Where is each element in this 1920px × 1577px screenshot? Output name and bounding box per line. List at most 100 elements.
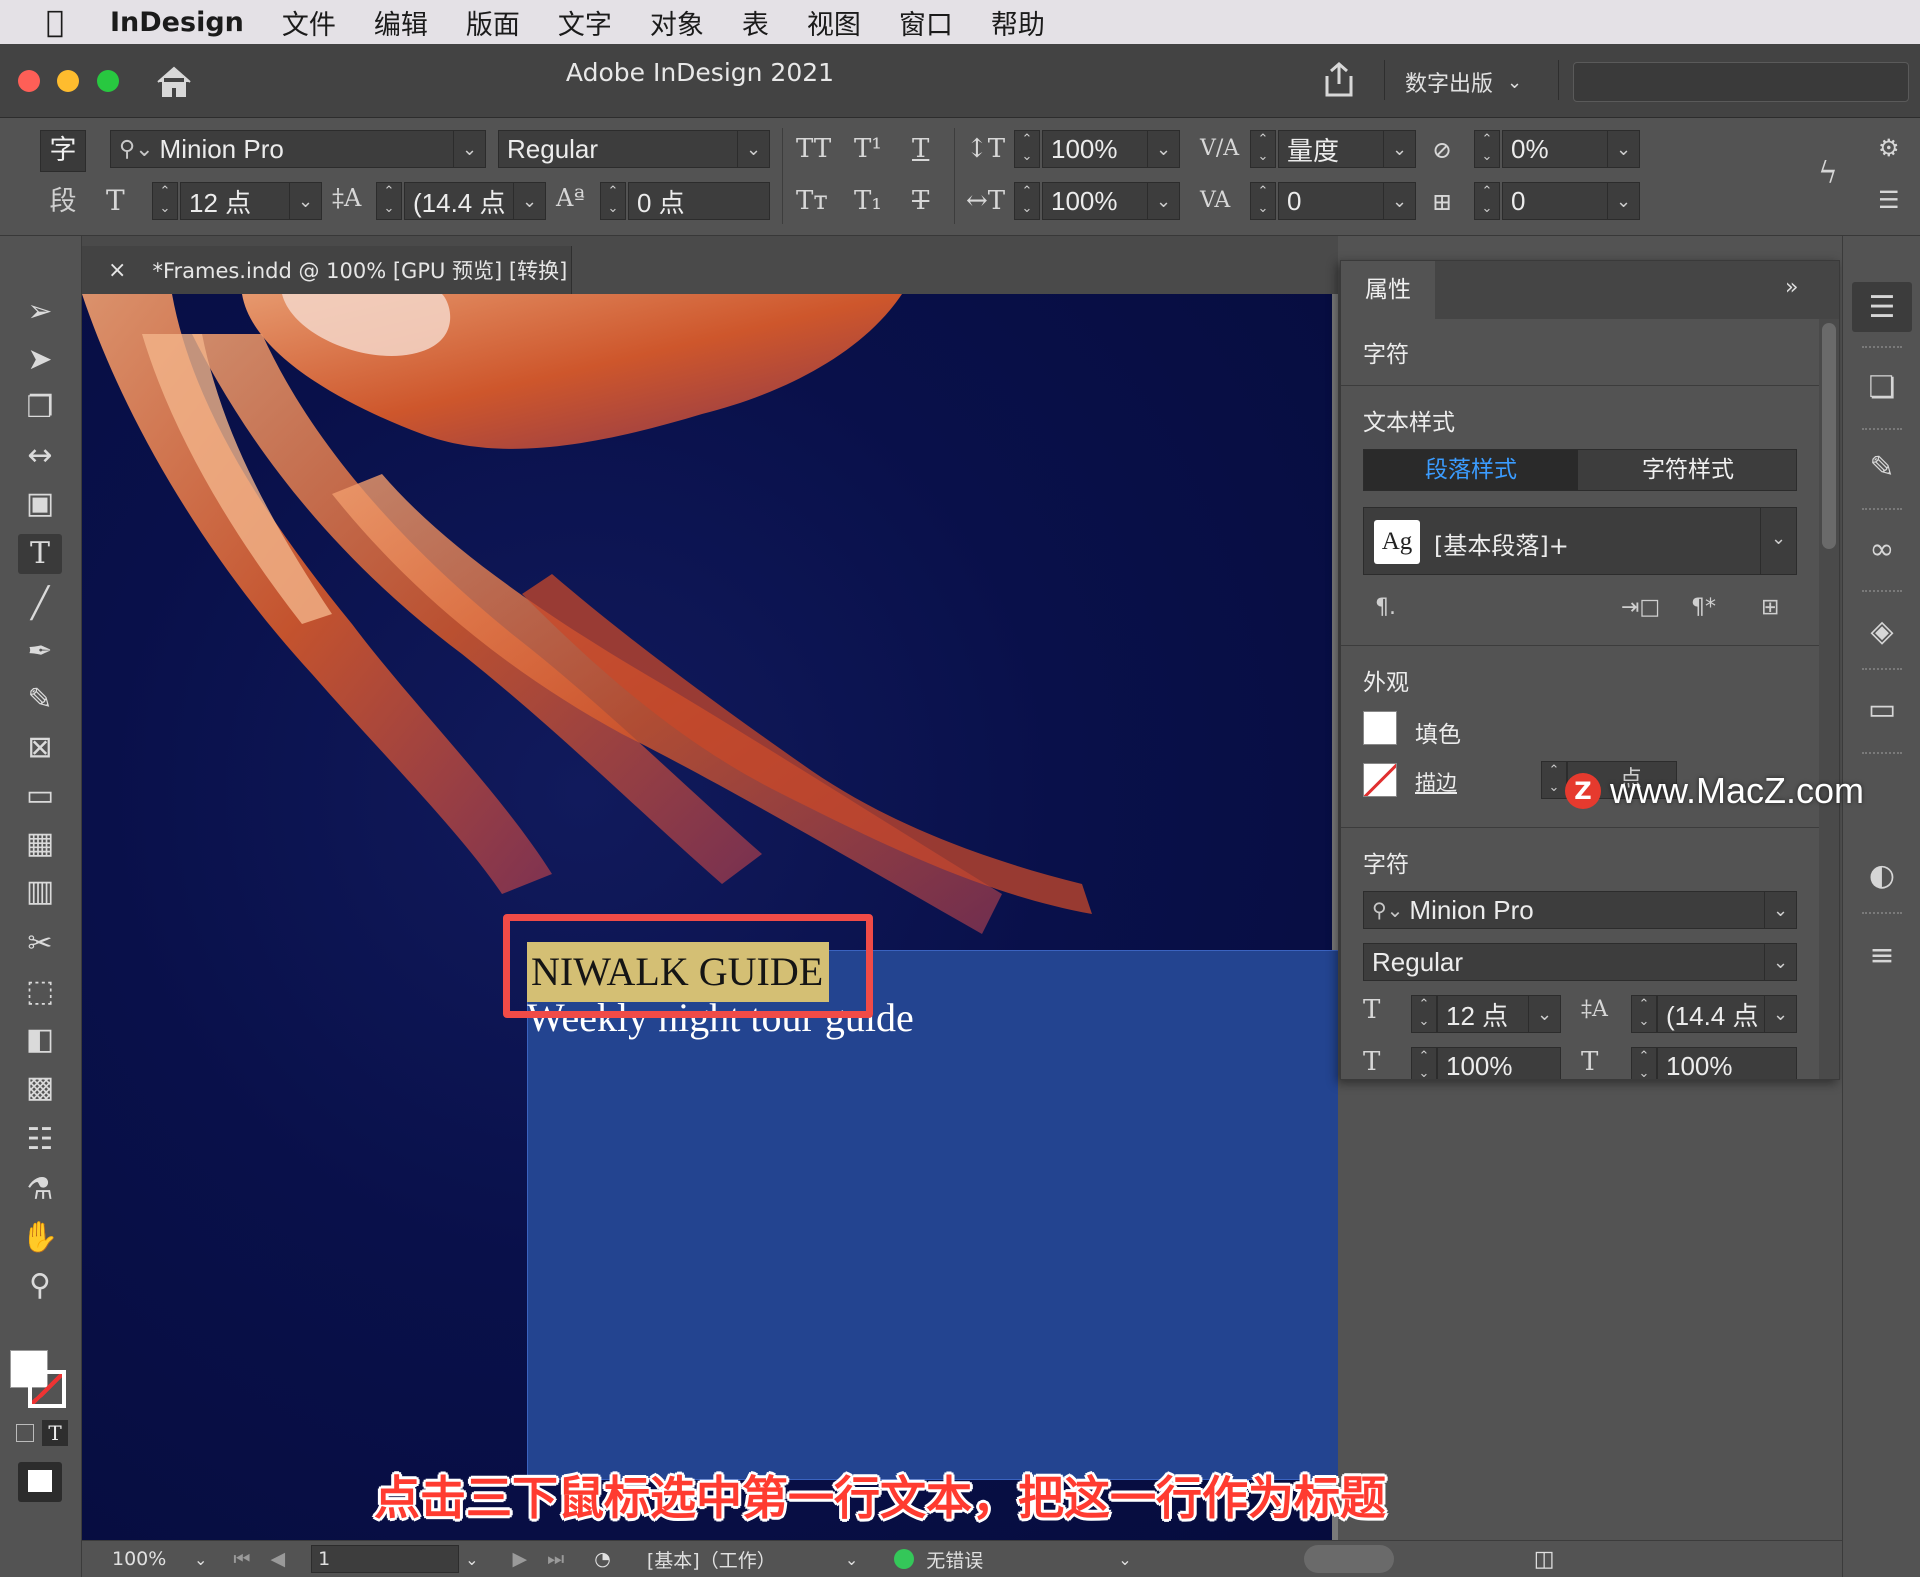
pages-icon[interactable]: ❏ — [1862, 368, 1902, 408]
new-style-icon[interactable]: ⊞ — [1761, 595, 1779, 620]
paragraph-mark-icon[interactable]: ¶. — [1375, 595, 1396, 620]
gradient-icon[interactable]: ▭ — [1862, 690, 1902, 730]
chevron-down-icon[interactable]: ⌄ — [513, 183, 545, 219]
document-tab[interactable]: × *Frames.indd @ 100% [GPU 预览] [转换] — [82, 246, 572, 294]
chevron-down-icon[interactable]: ⌄ — [1764, 944, 1796, 980]
baseline-shift-field[interactable]: 0 点 — [628, 182, 770, 220]
next-page-icon[interactable]: ▶ — [513, 1548, 528, 1570]
chevron-down-icon[interactable]: ⌄ — [1607, 131, 1639, 167]
horizontal-scale-field[interactable]: 100% ⌄ — [1042, 182, 1180, 220]
leading-field[interactable]: (14.4 点 ⌄ — [404, 182, 546, 220]
apple-icon[interactable]:  — [0, 5, 110, 40]
tracking-stepper[interactable]: ⌃ ⌄ — [1250, 182, 1276, 220]
tab-properties[interactable]: 属性 — [1341, 261, 1435, 319]
pen-tool-icon[interactable]: ✒ — [18, 632, 62, 672]
menu-item-table[interactable]: 表 — [742, 3, 769, 42]
cc-libraries-icon[interactable]: ✎ — [1862, 448, 1902, 488]
character-rotation-stepper[interactable]: ⌃ ⌄ — [1474, 182, 1500, 220]
stroke-label[interactable]: 描边 — [1415, 767, 1457, 797]
zoom-tool-icon[interactable]: ⚲ — [18, 1266, 62, 1306]
vertical-scale-stepper[interactable]: ⌃ ⌄ — [1014, 130, 1040, 168]
properties-scrollbar-thumb[interactable] — [1822, 323, 1836, 549]
props-leading-stepper[interactable]: ⌃ ⌄ — [1631, 995, 1657, 1033]
chevron-down-icon[interactable]: ⌄ — [1607, 183, 1639, 219]
clear-overrides-icon[interactable]: ¶* — [1691, 595, 1716, 620]
share-icon[interactable] — [1318, 60, 1360, 100]
menu-item-view[interactable]: 视图 — [807, 3, 861, 42]
props-font-family-field[interactable]: ⚲⌄ Minion Pro ⌄ — [1363, 891, 1797, 929]
note-tool-icon[interactable]: ☷ — [18, 1120, 62, 1160]
eyedropper-tool-icon[interactable]: ⚗ — [18, 1170, 62, 1210]
content-collector-icon[interactable]: ▣ — [18, 484, 62, 524]
gradient-feather-tool-icon[interactable]: ▩ — [18, 1068, 62, 1108]
page-tool-icon[interactable]: ❐ — [18, 388, 62, 428]
chevron-down-icon[interactable]: ⌄ — [1147, 131, 1179, 167]
chevron-down-icon[interactable]: ⌄ — [1383, 131, 1415, 167]
kerning-field[interactable]: 量度 ⌄ — [1278, 130, 1416, 168]
grid-tool-icon[interactable]: ▥ — [18, 872, 62, 912]
formatting-container-icon[interactable] — [16, 1424, 34, 1442]
font-style-field[interactable]: Regular ⌄ — [498, 130, 770, 168]
quick-apply-icon[interactable]: ϟ — [1818, 156, 1838, 191]
free-transform-tool-icon[interactable]: ⬚ — [18, 972, 62, 1012]
selection-tool-icon[interactable]: ➢ — [18, 292, 62, 332]
subscript-icon[interactable]: T₁ — [854, 186, 882, 216]
first-page-icon[interactable]: ⏮ — [233, 1548, 250, 1570]
chevron-down-icon[interactable]: ⌄ — [194, 1550, 207, 1569]
sliders-icon[interactable]: ☰ — [1862, 288, 1902, 328]
skew-stepper[interactable]: ⌃ ⌄ — [1474, 130, 1500, 168]
props-vertical-scale-field[interactable]: 100% — [1437, 1047, 1561, 1079]
chevron-down-icon[interactable]: ⌄ — [1147, 183, 1179, 219]
props-font-style-field[interactable]: Regular ⌄ — [1363, 943, 1797, 981]
kerning-stepper[interactable]: ⌃ ⌄ — [1250, 130, 1276, 168]
load-styles-icon[interactable]: ⇥□ — [1621, 595, 1660, 620]
links-icon[interactable]: ∞ — [1862, 530, 1902, 570]
layers-icon[interactable]: ◈ — [1862, 612, 1902, 652]
baseline-shift-stepper[interactable]: ⌃ ⌄ — [600, 182, 626, 220]
chevron-down-icon[interactable]: ⌄ — [1118, 1550, 1131, 1569]
swatches-icon[interactable]: ◐ — [1862, 856, 1902, 896]
line-tool-icon[interactable]: ╱ — [18, 584, 62, 624]
fill-stroke-swatch[interactable] — [10, 1350, 66, 1410]
horizontal-scale-stepper[interactable]: ⌃ ⌄ — [1014, 182, 1040, 220]
character-rotation-field[interactable]: 0 ⌄ — [1502, 182, 1640, 220]
menu-item-window[interactable]: 窗口 — [899, 3, 953, 42]
props-leading-field[interactable]: (14.4 点 ⌄ — [1657, 995, 1797, 1033]
hand-tool-icon[interactable]: ✋ — [18, 1218, 62, 1258]
font-family-field[interactable]: ⚲⌄ Minion Pro ⌄ — [110, 130, 486, 168]
skew-field[interactable]: 0% ⌄ — [1502, 130, 1640, 168]
menu-app-name[interactable]: InDesign — [110, 7, 244, 38]
split-view-icon[interactable]: ◫ — [1534, 1547, 1555, 1572]
chevron-down-icon[interactable]: ⌄ — [1764, 892, 1796, 928]
chevron-down-icon[interactable]: ⌄ — [1764, 996, 1796, 1032]
menu-item-file[interactable]: 文件 — [282, 3, 336, 42]
menu-item-help[interactable]: 帮助 — [991, 3, 1045, 42]
all-caps-icon[interactable]: TT — [796, 134, 831, 164]
small-caps-icon[interactable]: Tт — [796, 186, 828, 216]
gradient-swatch-tool-icon[interactable]: ◧ — [18, 1020, 62, 1060]
gear-icon[interactable]: ⚙ — [1878, 134, 1900, 162]
menu-item-object[interactable]: 对象 — [650, 3, 704, 42]
rectangle-frame-tool-icon[interactable]: ⊠ — [18, 728, 62, 768]
collapse-panel-icon[interactable]: » — [1785, 275, 1798, 300]
props-font-size-field[interactable]: 12 点 ⌄ — [1437, 995, 1561, 1033]
chevron-down-icon[interactable]: ⌄ — [845, 1550, 858, 1569]
paragraph-style-dropdown[interactable]: Ag [基本段落]+ ⌄ — [1363, 507, 1797, 575]
underline-icon[interactable]: T — [912, 134, 929, 164]
chevron-down-icon[interactable]: ⌄ — [1760, 508, 1796, 574]
stroke-swatch[interactable] — [1363, 763, 1397, 797]
workspace-switcher[interactable]: 数字出版 ⌄ — [1405, 66, 1522, 98]
search-input[interactable] — [1573, 62, 1909, 102]
chevron-down-icon[interactable]: ⌄ — [289, 183, 321, 219]
vertical-scale-field[interactable]: 100% ⌄ — [1042, 130, 1180, 168]
stroke-weight-stepper[interactable]: ⌃ ⌄ — [1541, 761, 1567, 799]
leading-stepper[interactable]: ⌃ ⌄ — [376, 182, 402, 220]
font-size-field[interactable]: 12 点 ⌄ — [180, 182, 322, 220]
scissors-tool-icon[interactable]: ✂ — [18, 924, 62, 964]
type-tool-icon[interactable]: T — [18, 534, 62, 574]
props-horizontal-scale-field[interactable]: 100% — [1657, 1047, 1797, 1079]
fill-swatch[interactable] — [1363, 711, 1397, 745]
panel-menu-icon[interactable]: ☰ — [1878, 186, 1900, 214]
previous-page-icon[interactable]: ◀ — [271, 1548, 286, 1570]
tracking-field[interactable]: 0 ⌄ — [1278, 182, 1416, 220]
